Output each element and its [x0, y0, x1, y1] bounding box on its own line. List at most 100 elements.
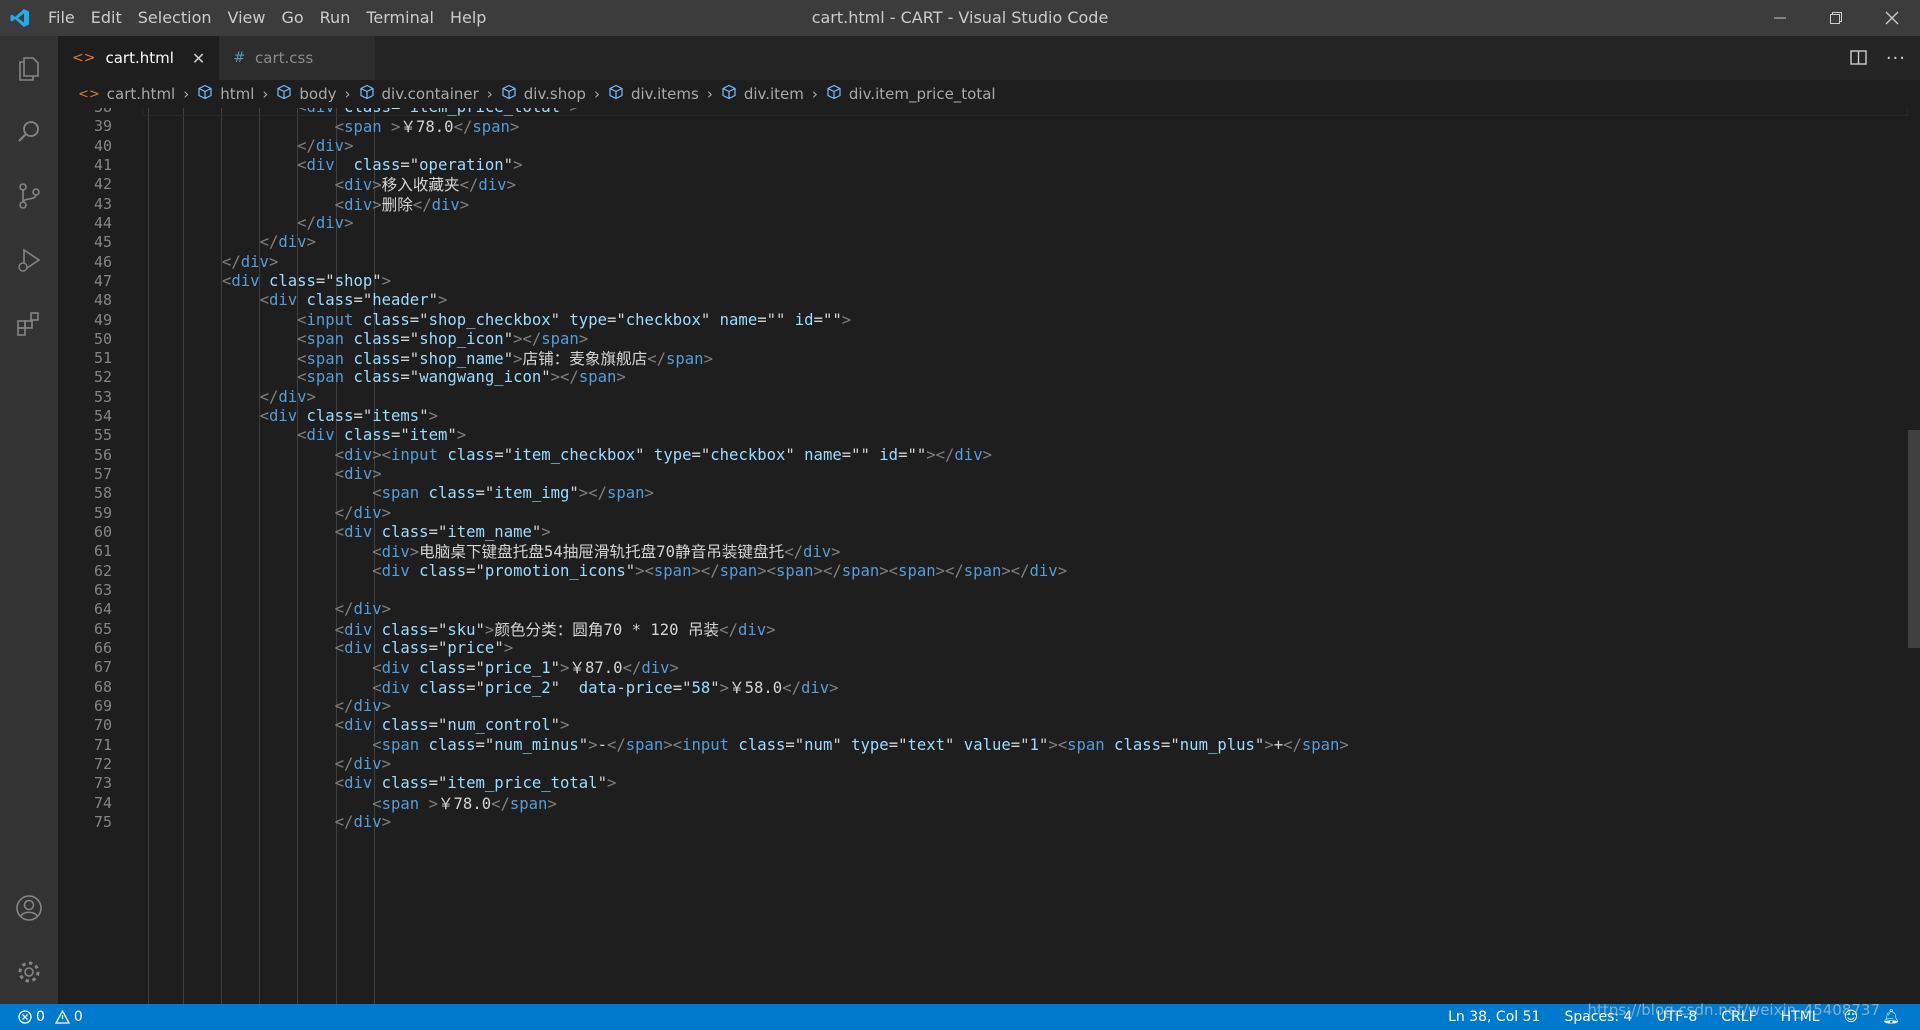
line-number: 66 [93, 639, 112, 658]
code-editor[interactable]: 38 <div class="item_price_total">39 <spa… [58, 108, 1908, 1004]
tab-cart-html[interactable]: <> cart.html ✕ [58, 36, 220, 80]
element-symbol-icon [197, 84, 213, 104]
problems-indicator[interactable]: 0 0 [0, 1009, 83, 1025]
code-text: <div class="items"> [259, 407, 438, 426]
minimize-button[interactable] [1752, 0, 1808, 36]
line-number: 52 [93, 368, 112, 387]
breadcrumb: <> cart.html › html › body › div.container › div.… [58, 80, 1920, 108]
split-editor-icon[interactable] [1850, 49, 1868, 67]
menu-file[interactable]: File [40, 0, 83, 36]
chevron-right-icon: › [706, 85, 713, 103]
breadcrumb-item[interactable]: <> cart.html › [78, 85, 197, 103]
line-number: 68 [93, 677, 112, 696]
breadcrumb-item[interactable]: div.item_price_total [826, 84, 996, 104]
code-text: <input class="shop_checkbox" type="check… [297, 310, 852, 329]
line-number: 53 [93, 387, 112, 406]
code-text: </div> [334, 600, 392, 619]
menu-edit[interactable]: Edit [83, 0, 130, 36]
element-symbol-icon [359, 84, 375, 104]
code-text: <div class="shop"> [222, 271, 392, 290]
line-number: 51 [93, 349, 112, 368]
notifications-icon[interactable]: 🔔︎ [1882, 1009, 1900, 1025]
code-text: <span class="wangwang_icon"></span> [297, 368, 626, 387]
code-line[interactable]: 75 </div> [58, 810, 1908, 834]
line-number: 57 [93, 465, 112, 484]
breadcrumb-item[interactable]: div.shop › [501, 84, 608, 104]
line-number: 75 [93, 813, 112, 832]
breadcrumb-label: body [299, 85, 337, 103]
scroll-thumb[interactable] [1908, 430, 1920, 648]
accounts-button[interactable] [0, 876, 58, 940]
code-text: <div class="item"> [297, 426, 467, 445]
error-count: 0 [36, 1009, 45, 1025]
more-actions-icon[interactable]: ··· [1886, 48, 1906, 69]
html-file-icon: <> [72, 50, 96, 66]
line-number: 42 [93, 175, 112, 194]
cursor-position[interactable]: Ln 38, Col 51 [1448, 1009, 1540, 1025]
breadcrumb-item[interactable]: html › [197, 84, 276, 104]
css-file-icon: # [233, 50, 246, 66]
line-number: 44 [93, 213, 112, 232]
search-button[interactable] [0, 100, 58, 164]
code-text: <span class="shop_icon"></span> [297, 329, 589, 348]
code-text: </div> [297, 213, 354, 232]
run-debug-button[interactable] [0, 228, 58, 292]
breadcrumb-label: div.items [630, 85, 699, 103]
code-text: </div> [334, 697, 392, 716]
menu-go[interactable]: Go [273, 0, 311, 36]
chevron-right-icon: › [344, 85, 351, 103]
code-text: </div> [334, 503, 392, 522]
activity-bottom [0, 876, 58, 1004]
vscode-logo-icon [0, 0, 40, 36]
breadcrumb-item[interactable]: div.items › [608, 84, 721, 104]
menu-view[interactable]: View [220, 0, 274, 36]
code-text: <div class="price"> [334, 639, 514, 658]
vertical-scrollbar[interactable] [1908, 108, 1920, 1004]
line-number: 43 [93, 194, 112, 213]
source-control-button[interactable] [0, 164, 58, 228]
menu-run[interactable]: Run [312, 0, 359, 36]
line-number: 71 [93, 735, 112, 754]
line-number: 67 [93, 658, 112, 677]
restore-icon [1830, 12, 1842, 24]
breadcrumb-item[interactable]: div.item › [721, 84, 826, 104]
line-number: 74 [93, 793, 112, 812]
code-text: <div class="promotion_icons"><span></spa… [372, 561, 1068, 580]
breadcrumb-item[interactable]: div.container › [359, 84, 501, 104]
breadcrumb-item[interactable]: body › [276, 84, 358, 104]
restore-button[interactable] [1808, 0, 1864, 36]
line-number: 73 [93, 774, 112, 793]
tab-cart-css[interactable]: # cart.css [219, 36, 377, 80]
menu-help[interactable]: Help [442, 0, 494, 36]
watermark: https://blog.csdn.net/weixin_45408737 [1587, 1001, 1880, 1019]
menu-terminal[interactable]: Terminal [358, 0, 442, 36]
code-text: <div><input class="item_checkbox" type="… [334, 445, 992, 464]
menu-selection[interactable]: Selection [130, 0, 220, 36]
breadcrumb-label: div.item [743, 85, 804, 103]
code-text: <span class="num_minus">-</span><input c… [372, 735, 1349, 754]
extensions-button[interactable] [0, 292, 58, 356]
close-window-button[interactable] [1864, 0, 1920, 36]
line-number: 54 [93, 407, 112, 426]
manage-button[interactable] [0, 940, 58, 1004]
element-symbol-icon [276, 84, 292, 104]
close-tab-icon[interactable]: ✕ [192, 49, 205, 68]
line-number: 46 [93, 252, 112, 271]
line-number: 55 [93, 426, 112, 445]
menu-bar: File Edit Selection View Go Run Terminal Help [40, 0, 494, 36]
activity-bar [0, 36, 58, 1004]
line-number: 65 [93, 619, 112, 638]
line-number: 59 [93, 503, 112, 522]
code-text: </div> [259, 387, 316, 406]
breadcrumb-label: div.shop [523, 85, 586, 103]
line-number: 70 [93, 716, 112, 735]
element-symbol-icon [608, 84, 624, 104]
line-number: 69 [93, 697, 112, 716]
breadcrumb-label: html [220, 85, 255, 103]
tab-actions: ··· [1850, 36, 1906, 80]
run-debug-icon [18, 248, 41, 272]
extensions-icon [17, 312, 39, 336]
editor-tabs: <> cart.html ✕ # cart.css ··· [58, 36, 1920, 80]
gear-icon [18, 961, 40, 983]
explorer-button[interactable] [0, 36, 58, 100]
